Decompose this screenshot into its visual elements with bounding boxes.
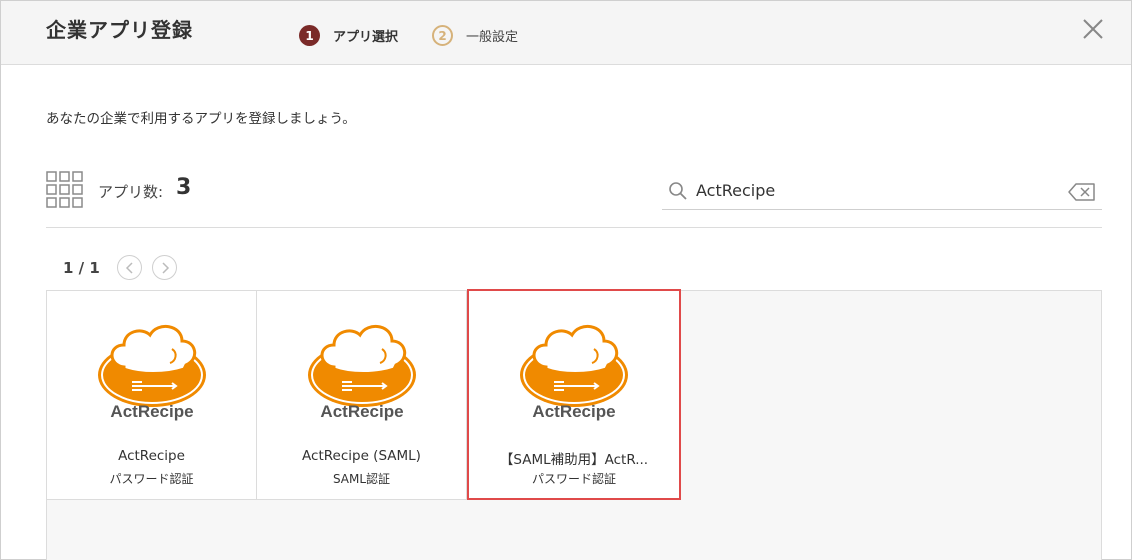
logo-text: ActRecipe bbox=[110, 402, 193, 421]
app-auth-type: パスワード認証 bbox=[531, 472, 616, 486]
step-app-selection: 1 アプリ選択 bbox=[299, 25, 398, 46]
logo-text: ActRecipe bbox=[532, 402, 615, 421]
actrecipe-logo: ActRecipe bbox=[308, 325, 416, 421]
step-number-1: 1 bbox=[299, 25, 320, 46]
step-general-settings: 2 一般設定 bbox=[432, 25, 518, 46]
app-card[interactable]: ActRecipe ActRecipe パスワード認証 bbox=[47, 291, 257, 500]
clear-search-icon[interactable] bbox=[1068, 183, 1096, 201]
dialog-title: 企業アプリ登録 bbox=[46, 18, 193, 42]
app-auth-type: パスワード認証 bbox=[109, 472, 194, 486]
app-list: ActRecipe ActRecipe パスワード認証 ActRecipe Ac… bbox=[46, 289, 1102, 560]
app-count-label: アプリ数: bbox=[98, 183, 164, 201]
app-name: ActRecipe bbox=[118, 448, 185, 464]
app-count-value: 3 bbox=[176, 175, 192, 200]
chevron-left-icon bbox=[125, 261, 133, 274]
intro-text: あなたの企業で利用するアプリを登録しましょう。 bbox=[46, 111, 356, 127]
dialog-header: 企業アプリ登録 1 アプリ選択 2 一般設定 bbox=[1, 1, 1131, 65]
app-name: ActRecipe (SAML) bbox=[302, 448, 421, 464]
step-number-2: 2 bbox=[432, 25, 453, 46]
next-page-button[interactable] bbox=[152, 255, 177, 280]
prev-page-button[interactable] bbox=[117, 255, 142, 280]
actrecipe-logo: ActRecipe bbox=[520, 325, 628, 421]
app-auth-type: SAML認証 bbox=[332, 472, 391, 486]
search-icon bbox=[668, 181, 688, 201]
actrecipe-logo: ActRecipe bbox=[98, 325, 206, 421]
grid-view-icon[interactable] bbox=[46, 171, 83, 208]
search-box bbox=[662, 173, 1102, 210]
search-input[interactable] bbox=[696, 178, 1056, 202]
step-label-1: アプリ選択 bbox=[333, 30, 399, 45]
close-icon[interactable] bbox=[1081, 17, 1105, 41]
chevron-right-icon bbox=[161, 261, 169, 274]
app-registration-dialog: 企業アプリ登録 1 アプリ選択 2 一般設定 あなたの企業で利用するアプリを登録… bbox=[0, 0, 1132, 560]
app-card-selected[interactable]: ActRecipe 【SAML補助用】ActR... パスワード認証 bbox=[467, 289, 681, 500]
app-card[interactable]: ActRecipe ActRecipe (SAML) SAML認証 bbox=[257, 291, 467, 500]
app-name: 【SAML補助用】ActR... bbox=[499, 452, 649, 468]
step-label-2: 一般設定 bbox=[466, 30, 519, 45]
toolbar-divider bbox=[46, 227, 1102, 228]
logo-text: ActRecipe bbox=[320, 402, 403, 421]
page-indicator: 1 / 1 bbox=[63, 259, 100, 277]
